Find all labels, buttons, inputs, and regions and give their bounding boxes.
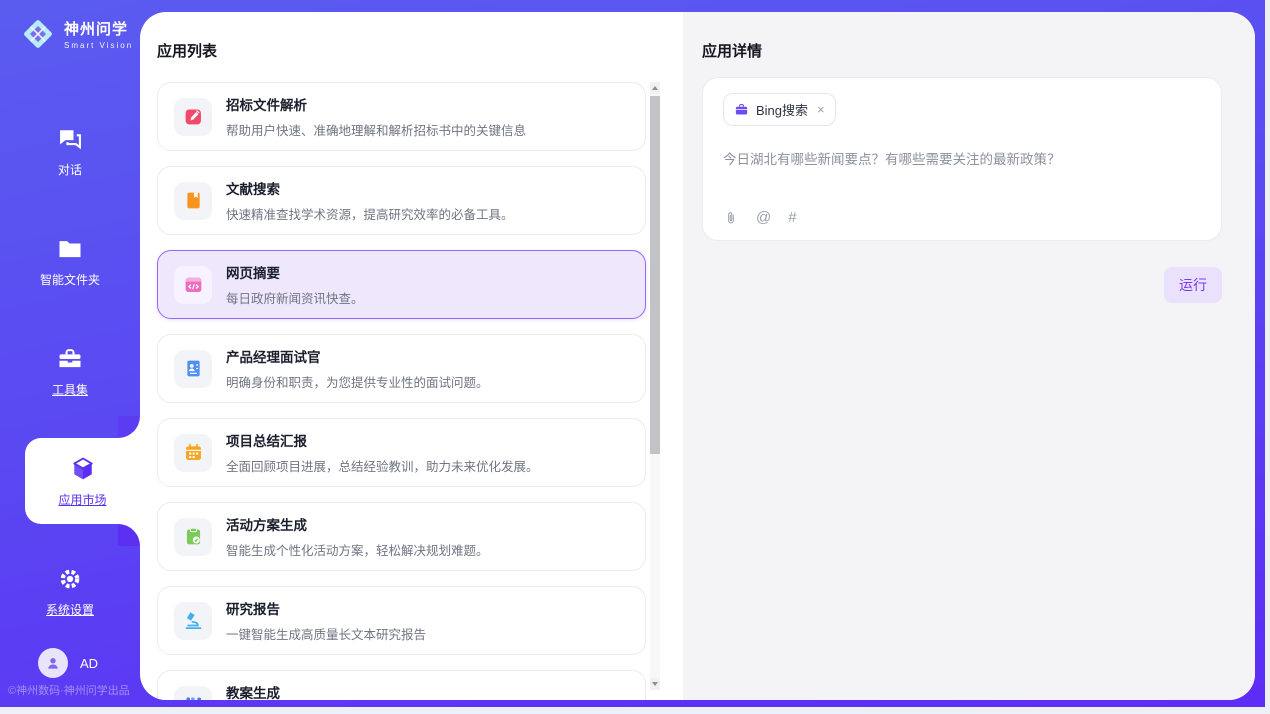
avatar[interactable]	[38, 648, 68, 678]
app-card[interactable]: 产品经理面试官 明确身份和职责，为您提供专业性的面试问题。	[157, 334, 646, 403]
app-card-description: 每日政府新闻资讯快查。	[226, 288, 364, 307]
app-card-description: 全面回顾项目进展，总结经验教训，助力未来优化发展。	[226, 456, 539, 475]
app-card-title: 文献搜索	[226, 178, 514, 198]
app-card-title: 网页摘要	[226, 262, 364, 282]
app-icon-tile	[174, 686, 212, 701]
at-mention-icon[interactable]: @	[756, 209, 771, 226]
app-card[interactable]: 教案生成 模板驱动，教案秒成，教学准备从此轻松快捷	[157, 670, 646, 700]
tool-chip-label: Bing搜索	[756, 100, 808, 119]
attachment-toolbar: @ #	[723, 209, 1201, 226]
app-detail-panel: 应用详情 Bing搜索 × 今日湖北有哪些新闻要点？有哪些需要关注的最新政策？ …	[683, 12, 1255, 700]
browser-code-icon	[183, 274, 204, 295]
app-card-title: 招标文件解析	[226, 94, 526, 114]
app-card-list: 招标文件解析 帮助用户快速、准确地理解和解析招标书中的关键信息 文献搜索 快速精…	[157, 82, 646, 700]
app-card-description: 快速精准查找学术资源，提高研究效率的必备工具。	[226, 204, 514, 223]
briefcase-icon	[734, 102, 749, 117]
sidebar-item-label: 智能文件夹	[40, 271, 100, 288]
app-card[interactable]: 研究报告 一键智能生成高质量长文本研究报告	[157, 586, 646, 655]
person-doc-icon	[183, 358, 204, 379]
microscope-icon	[183, 610, 204, 631]
app-icon-tile	[174, 350, 212, 388]
sidebar-item[interactable]: 应用市场	[25, 438, 140, 524]
app-card-description: 智能生成个性化活动方案，轻松解决规划难题。	[226, 540, 489, 559]
app-card-title: 活动方案生成	[226, 514, 489, 534]
app-card-title: 教案生成	[226, 682, 476, 700]
books-icon	[183, 694, 204, 700]
cube-icon	[69, 455, 97, 483]
tool-chip[interactable]: Bing搜索 ×	[723, 93, 836, 126]
app-detail-title: 应用详情	[702, 40, 1222, 61]
app-list-panel: 应用列表 招标文件解析 帮助用户快速、准确地理解和解析招标书中的关键信息	[140, 12, 683, 700]
app-card-meta: 教案生成 模板驱动，教案秒成，教学准备从此轻松快捷	[226, 682, 476, 700]
app-card-meta: 项目总结汇报 全面回顾项目进展，总结经验教训，助力未来优化发展。	[226, 430, 539, 475]
chat-icon	[56, 125, 84, 153]
book-icon	[183, 190, 204, 211]
scroll-down-button[interactable]	[650, 678, 660, 690]
app-card-meta: 文献搜索 快速精准查找学术资源，提高研究效率的必备工具。	[226, 178, 514, 223]
brand-logo-icon	[20, 16, 56, 52]
sidebar-nav: 对话 智能文件夹 工具集	[0, 96, 140, 646]
app-card-meta: 招标文件解析 帮助用户快速、准确地理解和解析招标书中的关键信息	[226, 94, 526, 139]
calendar-icon	[183, 442, 204, 463]
sidebar-item[interactable]: 智能文件夹	[0, 206, 140, 316]
chip-close-icon[interactable]: ×	[817, 102, 825, 117]
pen-square-icon	[183, 106, 204, 127]
app-icon-tile	[174, 518, 212, 556]
app-icon-tile	[174, 266, 212, 304]
triangle-up-icon	[652, 86, 658, 90]
prompt-input[interactable]: 今日湖北有哪些新闻要点？有哪些需要关注的最新政策？	[723, 150, 1201, 170]
app-card-title: 产品经理面试官	[226, 346, 489, 366]
app-card-meta: 活动方案生成 智能生成个性化活动方案，轻松解决规划难题。	[226, 514, 489, 559]
app-card-title: 研究报告	[226, 598, 426, 618]
app-card[interactable]: 文献搜索 快速精准查找学术资源，提高研究效率的必备工具。	[157, 166, 646, 235]
sidebar-item-label: 对话	[58, 161, 82, 178]
person-icon	[44, 654, 62, 672]
run-button[interactable]: 运行	[1164, 267, 1222, 303]
sidebar-item-label: 应用市场	[58, 491, 106, 508]
toolbox-icon	[56, 345, 84, 373]
app-card-meta: 网页摘要 每日政府新闻资讯快查。	[226, 262, 364, 307]
brand-name: 神州问学	[64, 18, 133, 39]
app-list-title: 应用列表	[157, 40, 683, 61]
user-row: AD	[38, 648, 98, 678]
user-initials: AD	[80, 656, 98, 671]
clipboard-check-icon	[183, 526, 204, 547]
app-card-title: 项目总结汇报	[226, 430, 539, 450]
app-card-description: 一键智能生成高质量长文本研究报告	[226, 624, 426, 643]
app-card[interactable]: 项目总结汇报 全面回顾项目进展，总结经验教训，助力未来优化发展。	[157, 418, 646, 487]
run-row: 运行	[702, 267, 1222, 303]
bubble-flare-top	[118, 416, 140, 438]
prompt-card: Bing搜索 × 今日湖北有哪些新闻要点？有哪些需要关注的最新政策？ @ #	[702, 77, 1222, 241]
scroll-up-button[interactable]	[650, 82, 660, 94]
app-card[interactable]: 网页摘要 每日政府新闻资讯快查。	[157, 250, 646, 319]
gear-icon	[56, 565, 84, 593]
paperclip-icon[interactable]	[723, 210, 739, 226]
hash-icon[interactable]: #	[788, 209, 796, 226]
copyright-footer: ©神州数码·神州问学出品	[8, 682, 130, 698]
app-card[interactable]: 招标文件解析 帮助用户快速、准确地理解和解析招标书中的关键信息	[157, 82, 646, 151]
app-card[interactable]: 活动方案生成 智能生成个性化活动方案，轻松解决规划难题。	[157, 502, 646, 571]
app-icon-tile	[174, 182, 212, 220]
app-icon-tile	[174, 98, 212, 136]
triangle-down-icon	[652, 682, 658, 686]
app-icon-tile	[174, 434, 212, 472]
scrollbar[interactable]	[650, 82, 660, 690]
brand-tagline: Smart Vision	[64, 41, 133, 50]
brand: 神州问学 Smart Vision	[0, 0, 140, 52]
sidebar: 神州问学 Smart Vision 对话 智能文件夹	[0, 0, 140, 707]
app-card-description: 帮助用户快速、准确地理解和解析招标书中的关键信息	[226, 120, 526, 139]
app-icon-tile	[174, 602, 212, 640]
folder-icon	[56, 235, 84, 263]
sidebar-item[interactable]: 系统设置	[0, 536, 140, 646]
sidebar-item-label: 系统设置	[46, 601, 94, 618]
app-window: 神州问学 Smart Vision 对话 智能文件夹	[0, 0, 1270, 714]
sidebar-item-label: 工具集	[52, 381, 88, 398]
sidebar-item[interactable]: 对话	[0, 96, 140, 206]
scroll-thumb[interactable]	[650, 96, 660, 454]
app-card-meta: 研究报告 一键智能生成高质量长文本研究报告	[226, 598, 426, 643]
main-content: 应用列表 招标文件解析 帮助用户快速、准确地理解和解析招标书中的关键信息	[140, 12, 1255, 700]
app-card-description: 明确身份和职责，为您提供专业性的面试问题。	[226, 372, 489, 391]
sidebar-item[interactable]: 工具集	[0, 316, 140, 426]
app-card-meta: 产品经理面试官 明确身份和职责，为您提供专业性的面试问题。	[226, 346, 489, 391]
